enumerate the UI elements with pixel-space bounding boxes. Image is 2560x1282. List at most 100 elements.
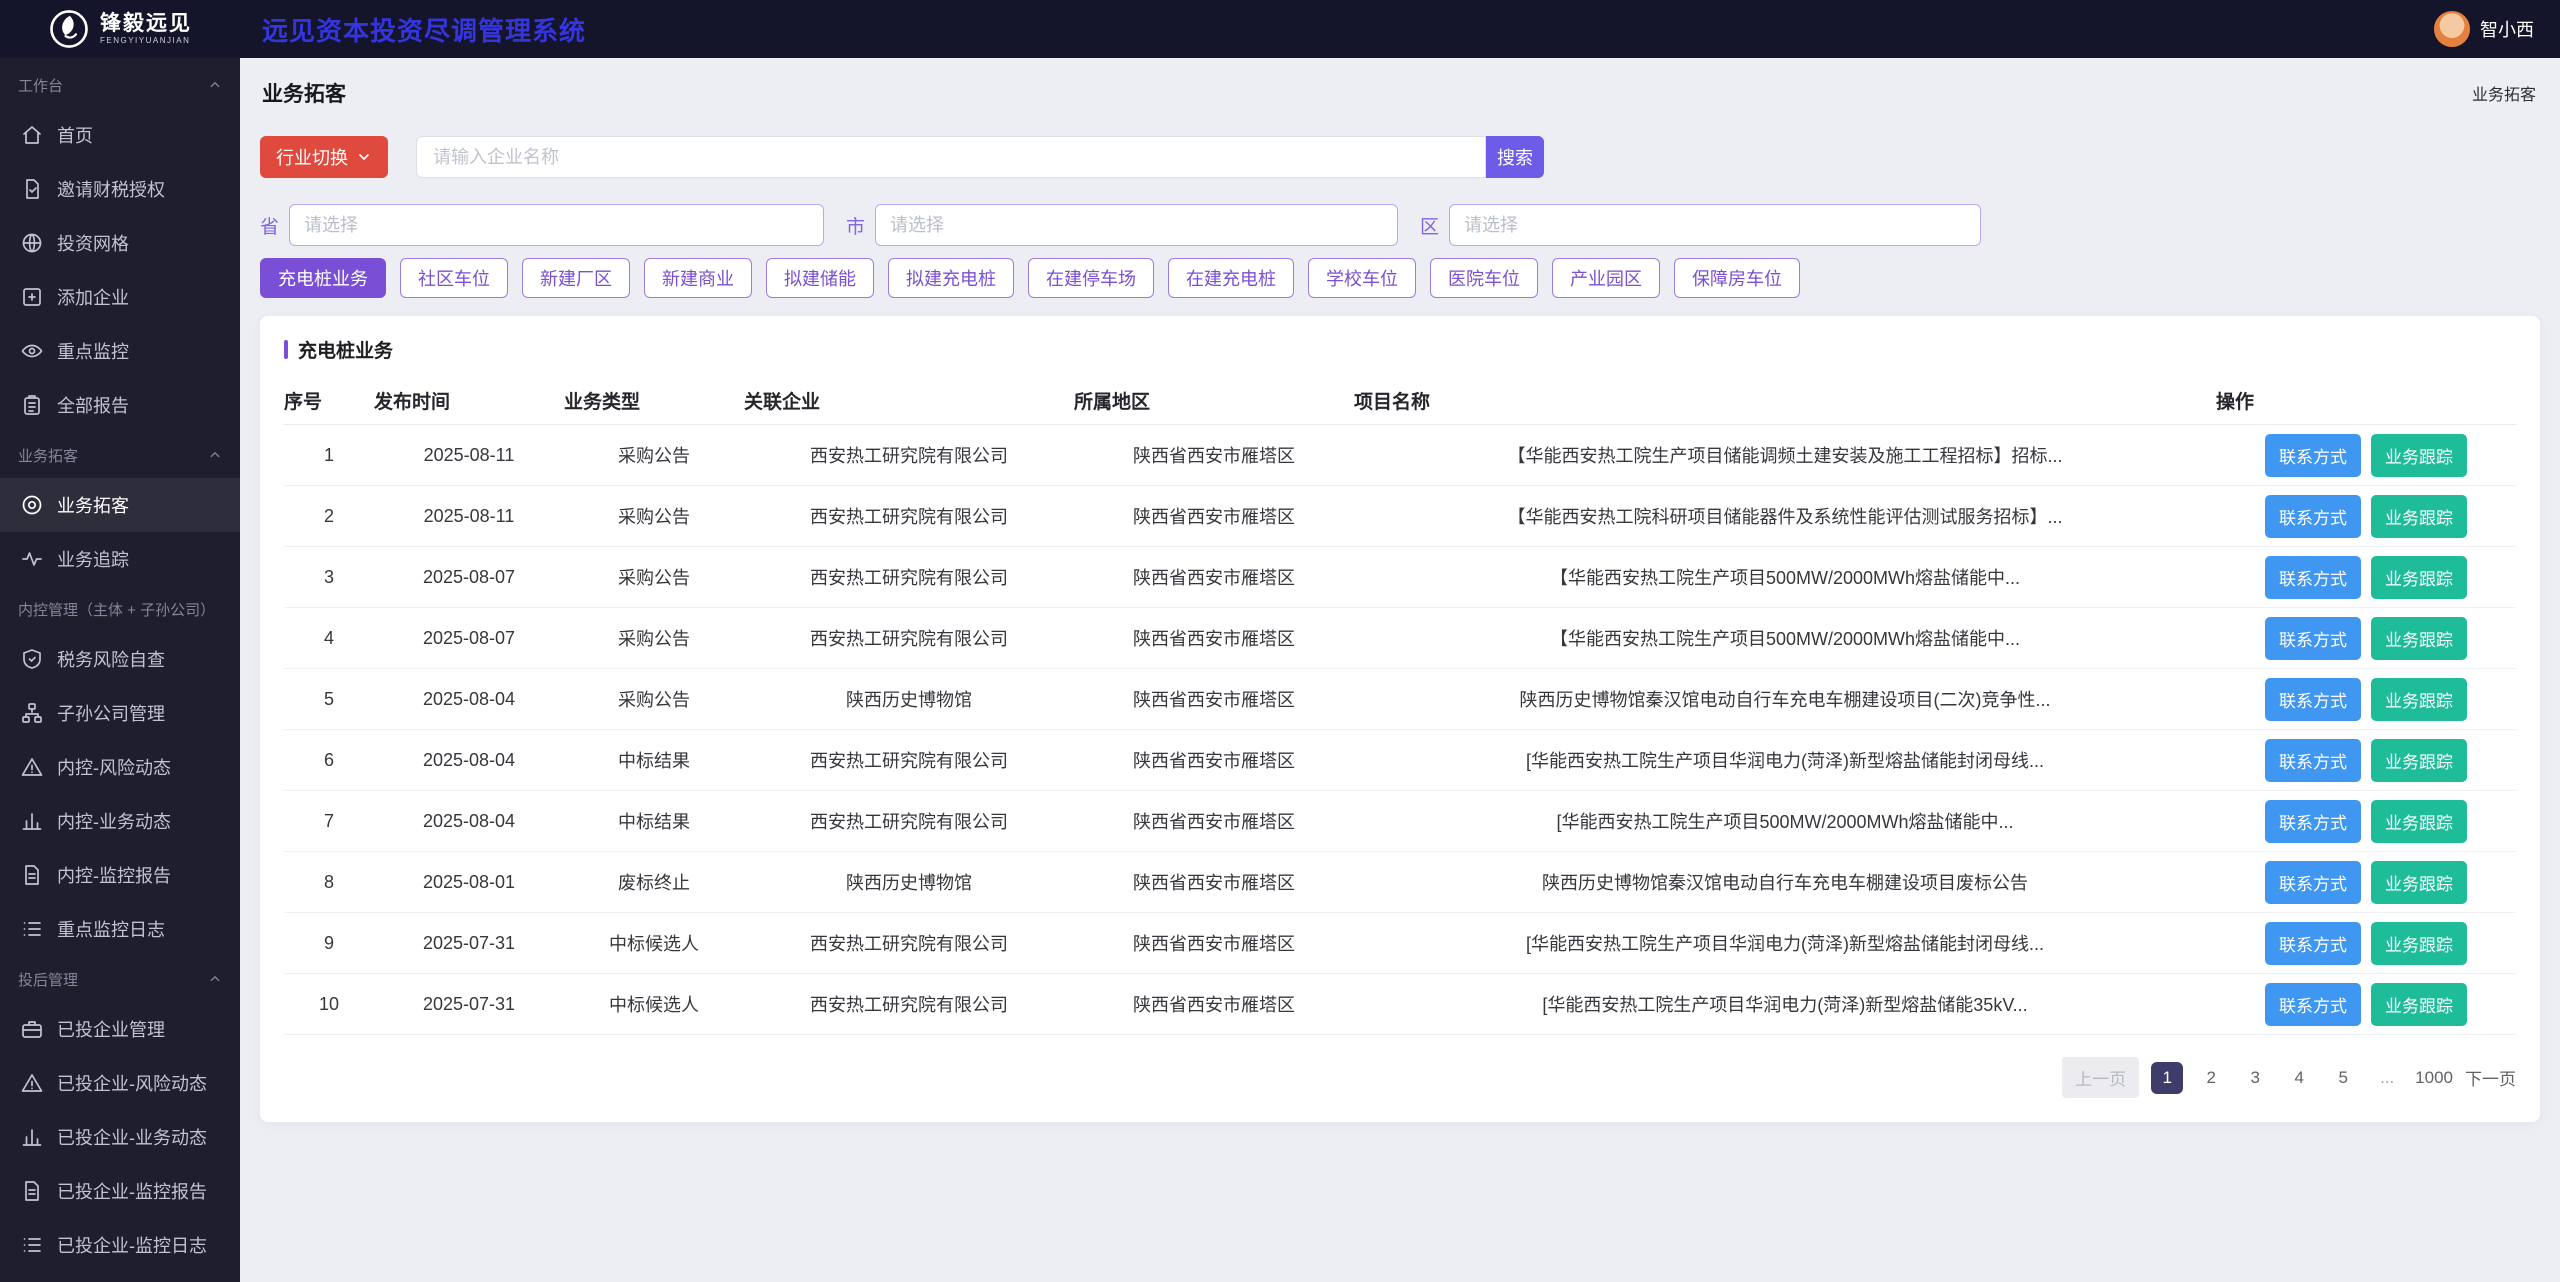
sidebar-item-已投企业-监控报告[interactable]: 已投企业-监控报告 <box>0 1164 240 1218</box>
cell-type: 中标候选人 <box>564 930 744 956</box>
sidebar-item-已投企业-监控日志[interactable]: 已投企业-监控日志 <box>0 1218 240 1272</box>
track-button[interactable]: 业务跟踪 <box>2371 678 2467 721</box>
avatar[interactable] <box>2434 11 2470 47</box>
track-button[interactable]: 业务跟踪 <box>2371 861 2467 904</box>
card-title-accent-bar <box>284 340 288 359</box>
category-tag-学校车位[interactable]: 学校车位 <box>1308 258 1416 298</box>
sidebar-item-子孙公司管理[interactable]: 子孙公司管理 <box>0 686 240 740</box>
contact-button[interactable]: 联系方式 <box>2265 739 2361 782</box>
cell-region: 陕西省西安市雁塔区 <box>1074 503 1354 529</box>
sidebar-item-已投企业管理[interactable]: 已投企业管理 <box>0 1002 240 1056</box>
pagination-page-3[interactable]: 3 <box>2239 1062 2271 1094</box>
cell-project: 【华能西安热工院科研项目储能器件及系统性能评估测试服务招标】... <box>1354 503 2216 529</box>
cell-date: 2025-08-04 <box>374 811 564 832</box>
sidebar-item-添加企业[interactable]: 添加企业 <box>0 270 240 324</box>
cell-region: 陕西省西安市雁塔区 <box>1074 869 1354 895</box>
pagination-next-button[interactable]: 下一页 <box>2465 1065 2516 1090</box>
user-name: 智小西 <box>2480 16 2534 42</box>
contact-button[interactable]: 联系方式 <box>2265 922 2361 965</box>
sidebar-item-label: 邀请财税授权 <box>57 176 165 202</box>
search-button[interactable]: 搜索 <box>1486 136 1544 178</box>
track-button[interactable]: 业务跟踪 <box>2371 983 2467 1026</box>
category-tag-拟建充电桩[interactable]: 拟建充电桩 <box>888 258 1014 298</box>
contact-button[interactable]: 联系方式 <box>2265 495 2361 538</box>
sidebar-item-内控-监控报告[interactable]: 内控-监控报告 <box>0 848 240 902</box>
category-tag-社区车位[interactable]: 社区车位 <box>400 258 508 298</box>
track-button[interactable]: 业务跟踪 <box>2371 922 2467 965</box>
pagination: 上一页 12345...1000 下一页 <box>284 1057 2516 1098</box>
track-button[interactable]: 业务跟踪 <box>2371 800 2467 843</box>
sidebar-item-首页[interactable]: 首页 <box>0 108 240 162</box>
sidebar-item-内控-业务动态[interactable]: 内控-业务动态 <box>0 794 240 848</box>
contact-button[interactable]: 联系方式 <box>2265 556 2361 599</box>
cell-date: 2025-08-04 <box>374 750 564 771</box>
cell-company: 西安热工研究院有限公司 <box>744 747 1074 773</box>
track-button[interactable]: 业务跟踪 <box>2371 739 2467 782</box>
sidebar-section-header[interactable]: 工作台 <box>0 62 240 108</box>
category-tag-在建充电桩[interactable]: 在建充电桩 <box>1168 258 1294 298</box>
table-row: 72025-08-04中标结果西安热工研究院有限公司陕西省西安市雁塔区[华能西安… <box>284 791 2516 852</box>
contact-button[interactable]: 联系方式 <box>2265 434 2361 477</box>
category-tag-产业园区[interactable]: 产业园区 <box>1552 258 1660 298</box>
company-search-input[interactable] <box>416 136 1486 178</box>
sidebar-item-重点监控[interactable]: 重点监控 <box>0 324 240 378</box>
city-select[interactable] <box>875 204 1398 246</box>
pagination-page-5[interactable]: 5 <box>2327 1062 2359 1094</box>
sidebar-item-label: 内控-监控报告 <box>57 862 171 888</box>
sidebar-item-邀请财税授权[interactable]: 邀请财税授权 <box>0 162 240 216</box>
contact-button[interactable]: 联系方式 <box>2265 800 2361 843</box>
contact-button[interactable]: 联系方式 <box>2265 678 2361 721</box>
cell-type: 采购公告 <box>564 503 744 529</box>
search-bar: 行业切换 搜索 <box>260 136 2540 178</box>
track-button[interactable]: 业务跟踪 <box>2371 617 2467 660</box>
key-monitor-icon <box>20 339 44 363</box>
cell-company: 陕西历史博物馆 <box>744 869 1074 895</box>
user-menu[interactable]: 智小西 <box>2434 11 2534 47</box>
pagination-page-1000[interactable]: 1000 <box>2415 1062 2453 1094</box>
category-tag-保障房车位[interactable]: 保障房车位 <box>1674 258 1800 298</box>
table-row: 12025-08-11采购公告西安热工研究院有限公司陕西省西安市雁塔区【华能西安… <box>284 425 2516 486</box>
invested-biz-icon <box>20 1125 44 1149</box>
category-tag-拟建储能[interactable]: 拟建储能 <box>766 258 874 298</box>
category-tag-充电桩业务[interactable]: 充电桩业务 <box>260 258 386 298</box>
track-button[interactable]: 业务跟踪 <box>2371 495 2467 538</box>
sidebar-item-label: 已投企业-业务动态 <box>57 1124 207 1150</box>
province-select[interactable] <box>289 204 824 246</box>
card-title-row: 充电桩业务 <box>284 336 2516 363</box>
sidebar-item-投资网格[interactable]: 投资网格 <box>0 216 240 270</box>
breadcrumb: 业务拓客 <box>2472 81 2536 105</box>
pagination-page-2[interactable]: 2 <box>2195 1062 2227 1094</box>
sidebar-section-header[interactable]: 投后管理 <box>0 956 240 1002</box>
sidebar-item-已投企业-业务动态[interactable]: 已投企业-业务动态 <box>0 1110 240 1164</box>
table-header-row: 序号发布时间业务类型关联企业所属地区项目名称操作 <box>284 377 2516 425</box>
track-button[interactable]: 业务跟踪 <box>2371 556 2467 599</box>
sidebar-item-已投企业-风险动态[interactable]: 已投企业-风险动态 <box>0 1056 240 1110</box>
sidebar-item-全部报告[interactable]: 全部报告 <box>0 378 240 432</box>
contact-button[interactable]: 联系方式 <box>2265 861 2361 904</box>
sidebar-item-业务追踪[interactable]: 业务追踪 <box>0 532 240 586</box>
sidebar-item-税务风险自查[interactable]: 税务风险自查 <box>0 632 240 686</box>
sidebar-item-重点监控日志[interactable]: 重点监控日志 <box>0 902 240 956</box>
cell-date: 2025-07-31 <box>374 994 564 1015</box>
category-tag-新建厂区[interactable]: 新建厂区 <box>522 258 630 298</box>
pagination-page-1[interactable]: 1 <box>2151 1062 2183 1094</box>
contact-button[interactable]: 联系方式 <box>2265 617 2361 660</box>
category-tag-新建商业[interactable]: 新建商业 <box>644 258 752 298</box>
industry-switch-button[interactable]: 行业切换 <box>260 136 388 178</box>
sidebar-item-label: 重点监控 <box>57 338 129 364</box>
system-title: 远见资本投资尽调管理系统 <box>262 11 586 48</box>
district-select[interactable] <box>1449 204 1981 246</box>
sidebar-section-header[interactable]: 内控管理（主体 + 子孙公司） <box>0 586 240 632</box>
category-tag-在建停车场[interactable]: 在建停车场 <box>1028 258 1154 298</box>
contact-button[interactable]: 联系方式 <box>2265 983 2361 1026</box>
sidebar-item-内控-风险动态[interactable]: 内控-风险动态 <box>0 740 240 794</box>
pagination-prev-button[interactable]: 上一页 <box>2062 1057 2139 1098</box>
pagination-pages: 12345...1000 <box>2151 1062 2453 1094</box>
sidebar-section-header[interactable]: 业务拓客 <box>0 432 240 478</box>
pagination-page-4[interactable]: 4 <box>2283 1062 2315 1094</box>
track-button[interactable]: 业务跟踪 <box>2371 434 2467 477</box>
category-tag-医院车位[interactable]: 医院车位 <box>1430 258 1538 298</box>
cell-index: 3 <box>284 567 374 588</box>
sidebar-item-业务拓客[interactable]: 业务拓客 <box>0 478 240 532</box>
cell-index: 7 <box>284 811 374 832</box>
